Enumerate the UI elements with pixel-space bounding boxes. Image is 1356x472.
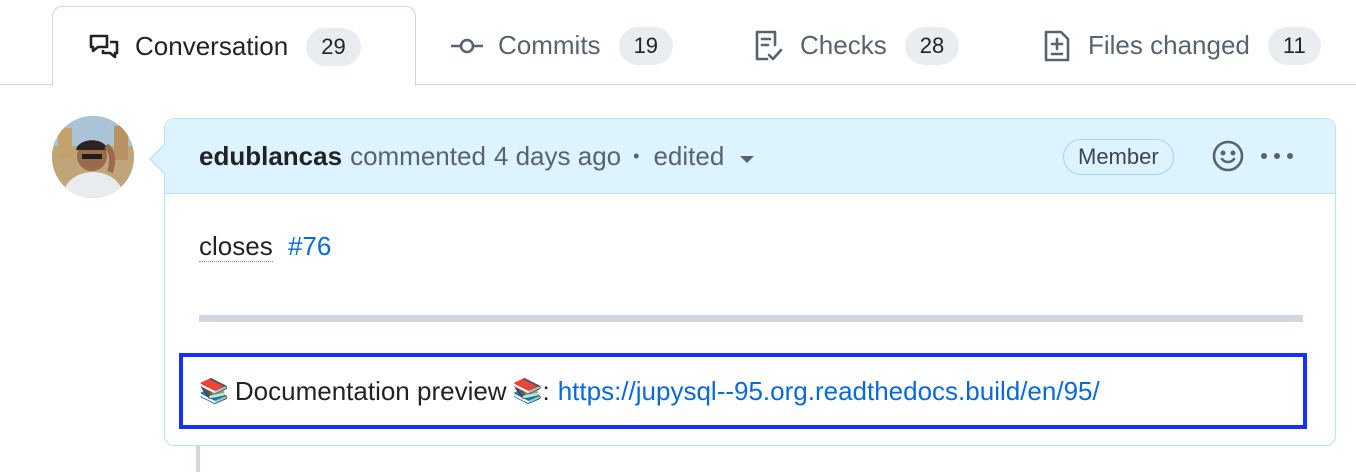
pr-comment: edublancas commented 4 days ago • edited… xyxy=(164,118,1336,446)
author-link[interactable]: edublancas xyxy=(199,141,342,172)
tab-commits[interactable]: Commits 19 xyxy=(450,6,674,85)
comment-body: closes #76 xyxy=(199,231,331,262)
tab-conversation[interactable]: Conversation 29 xyxy=(52,6,416,86)
preview-colon: : xyxy=(542,375,550,406)
tab-count: 28 xyxy=(904,26,960,65)
tab-label: Checks xyxy=(800,30,887,60)
kebab-horizontal-icon[interactable] xyxy=(1259,139,1295,173)
comment-header: edublancas commented 4 days ago • edited… xyxy=(165,119,1335,194)
comment-meta: edublancas commented 4 days ago • edited xyxy=(199,141,755,172)
issue-link[interactable]: #76 xyxy=(288,231,331,261)
checklist-icon xyxy=(752,29,786,63)
file-diff-icon xyxy=(1040,29,1074,63)
books-emoji-icon: 📚 xyxy=(512,377,543,405)
comment-discussion-icon xyxy=(87,30,121,64)
tab-count: 29 xyxy=(306,27,361,66)
tab-label: Files changed xyxy=(1088,30,1250,60)
meta-separator: • xyxy=(633,146,640,166)
tab-count: 11 xyxy=(1267,26,1321,65)
role-badge: Member xyxy=(1063,139,1174,175)
tab-checks[interactable]: Checks 28 xyxy=(752,6,960,85)
git-commit-icon xyxy=(450,29,484,63)
timeline-line xyxy=(196,446,200,472)
edited-label: edited xyxy=(653,141,725,171)
preview-url-link[interactable]: https://jupysql--95.org.readthedocs.buil… xyxy=(558,376,1100,407)
preview-label: Documentation preview xyxy=(234,375,507,406)
comment-timestamp[interactable]: 4 days ago xyxy=(494,141,621,172)
avatar[interactable] xyxy=(52,116,134,198)
smiley-icon[interactable] xyxy=(1211,139,1245,173)
tab-files-changed[interactable]: Files changed 11 xyxy=(1040,6,1321,85)
books-emoji-icon: 📚 xyxy=(199,377,229,405)
edited-dropdown[interactable]: edited xyxy=(653,141,755,172)
pr-tab-bar: Conversation 29 Commits 19 Checks 28 Fil… xyxy=(0,0,1356,86)
closes-keyword: closes xyxy=(199,231,273,262)
tab-count: 19 xyxy=(618,26,674,65)
caret-down-icon xyxy=(740,156,755,163)
documentation-preview-highlight: 📚 Documentation preview 📚 : https://jupy… xyxy=(179,353,1307,429)
tab-label: Commits xyxy=(498,30,601,60)
horizontal-rule xyxy=(199,315,1303,322)
comment-pointer-fill xyxy=(151,144,166,174)
comment-action: commented xyxy=(350,141,486,171)
tab-label: Conversation xyxy=(135,31,289,61)
